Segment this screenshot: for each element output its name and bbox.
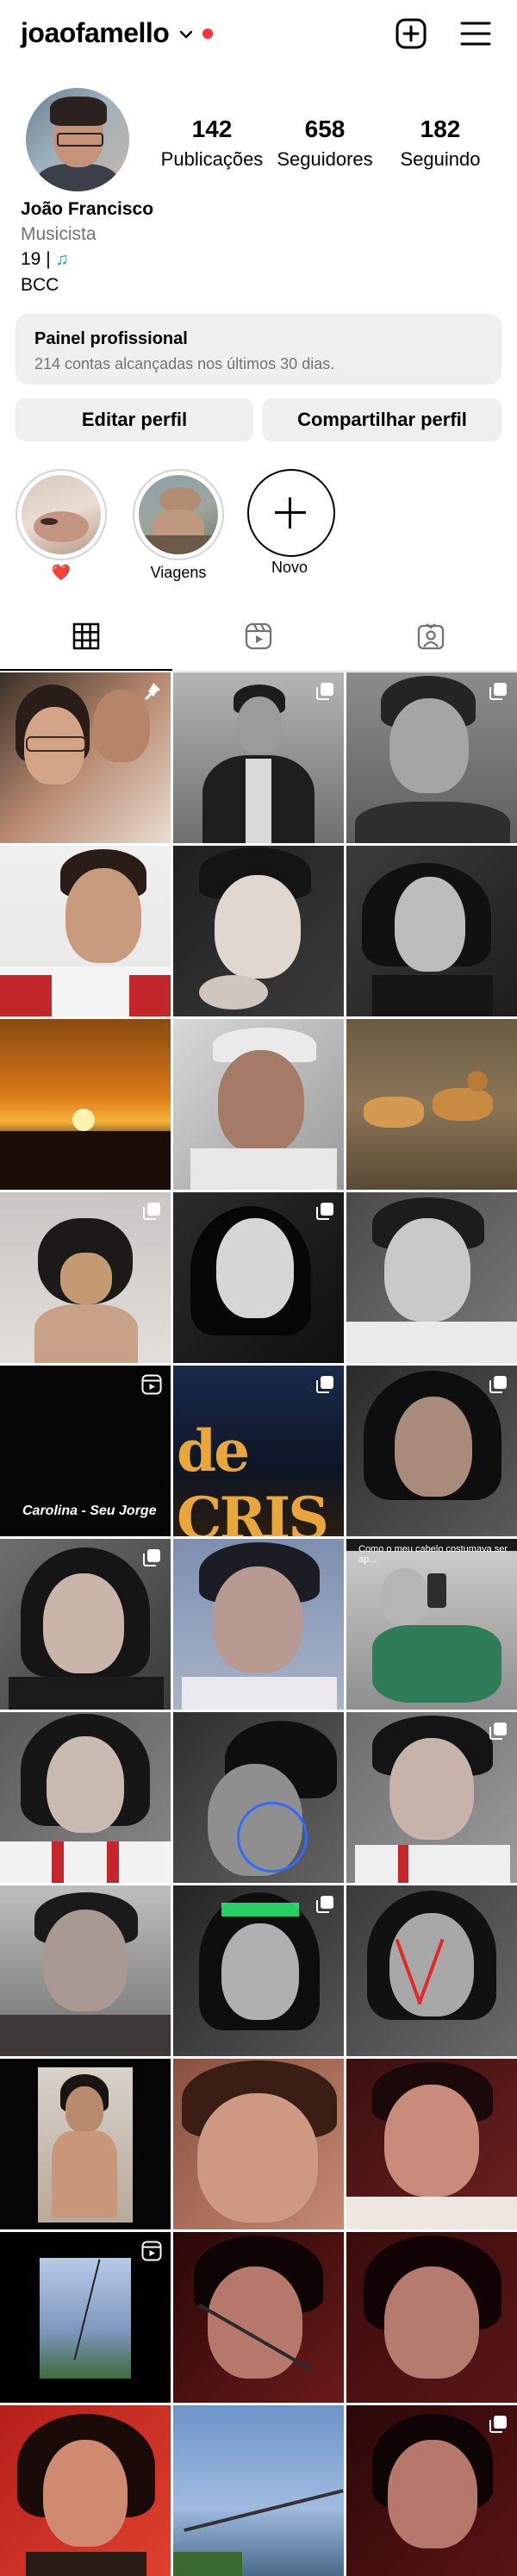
grid-post[interactable]	[346, 1885, 517, 2056]
grid-post[interactable]	[0, 672, 171, 843]
grid-post[interactable]	[173, 1712, 344, 1883]
chevron-down-icon[interactable]	[178, 26, 195, 43]
edit-profile-button[interactable]: Editar perfil	[16, 398, 253, 441]
musical-note-icon: ♫	[55, 250, 69, 269]
username-title[interactable]: joaofamello	[21, 17, 170, 49]
grid-post[interactable]	[0, 2059, 171, 2229]
carousel-icon	[489, 683, 507, 700]
highlight-heart[interactable]	[16, 469, 107, 560]
followers-label: Seguidores	[277, 148, 373, 170]
grid-icon	[72, 622, 100, 650]
bio-line-2: BCC	[21, 275, 59, 295]
grid-post[interactable]: Carolina - Seu Jorge	[0, 1366, 171, 1536]
grid-post[interactable]	[173, 2232, 344, 2403]
highlight-heart-label: ❤️	[51, 564, 72, 581]
profile-category: Musicista	[21, 224, 97, 244]
bio-line-1: 19 | ♫	[21, 249, 69, 269]
grid-post[interactable]	[0, 1019, 171, 1190]
reel-caption: Como o meu cabelo costumava ser ap...	[358, 1544, 508, 1565]
professional-dashboard[interactable]: Painel profissional 214 contas alcançada…	[16, 314, 501, 385]
reels-icon	[141, 1374, 162, 1395]
tab-tagged[interactable]	[345, 603, 517, 671]
highlight-viagens[interactable]	[133, 469, 224, 560]
followers-count: 658	[304, 116, 346, 142]
pin-icon	[145, 683, 160, 700]
posts-count: 142	[191, 116, 233, 142]
grid-post[interactable]	[346, 2405, 517, 2576]
grid-post[interactable]: Como o meu cabelo costumava ser ap...	[346, 1539, 517, 1710]
grid-post[interactable]	[0, 1712, 171, 1883]
sign-text: de CRIS	[177, 1417, 329, 1536]
new-highlight-button[interactable]	[247, 469, 335, 557]
new-highlight-label: Novo	[271, 559, 308, 576]
grid-post[interactable]	[173, 2059, 344, 2229]
dashboard-title: Painel profissional	[34, 329, 188, 348]
grid-post[interactable]	[173, 1885, 344, 2056]
plus-square-icon[interactable]	[395, 17, 427, 50]
carousel-icon	[316, 683, 333, 700]
carousel-icon	[143, 1549, 160, 1566]
grid-post[interactable]	[173, 846, 344, 1016]
grid-post[interactable]	[346, 1366, 517, 1536]
carousel-icon	[489, 1376, 507, 1393]
grid-post[interactable]: de CRIS	[173, 1366, 344, 1536]
grid-post[interactable]	[0, 1539, 171, 1710]
following-count: 182	[420, 116, 461, 142]
grid-post[interactable]	[346, 2059, 517, 2229]
reels-icon	[245, 622, 272, 650]
profile-name: João Francisco	[21, 199, 154, 219]
grid-post[interactable]	[0, 1192, 171, 1363]
carousel-icon	[316, 1896, 333, 1913]
profile-tabs	[0, 603, 517, 672]
stat-posts[interactable]: 142 Publicações	[156, 116, 268, 171]
grid-post[interactable]	[173, 1019, 344, 1190]
tab-reels[interactable]	[172, 603, 345, 671]
tab-posts[interactable]	[0, 603, 172, 671]
stat-followers[interactable]: 658 Seguidores	[269, 116, 381, 171]
posts-label: Publicações	[160, 148, 264, 170]
grid-post[interactable]	[0, 1885, 171, 2056]
highlight-viagens-label: Viagens	[150, 564, 207, 581]
grid-post[interactable]	[346, 1712, 517, 1883]
top-bar: joaofamello	[0, 0, 517, 72]
grid-post[interactable]	[173, 1539, 344, 1710]
grid-post[interactable]	[173, 1192, 344, 1363]
grid-post[interactable]	[173, 672, 344, 843]
notification-dot	[202, 28, 213, 39]
carousel-icon	[489, 2416, 507, 2433]
grid-post[interactable]	[0, 2405, 171, 2576]
following-label: Seguindo	[400, 148, 481, 170]
grid-post[interactable]	[346, 846, 517, 1016]
reel-caption: Carolina - Seu Jorge	[22, 1504, 157, 1518]
grid-post[interactable]	[0, 2232, 171, 2403]
hamburger-menu-icon[interactable]	[458, 19, 493, 48]
carousel-icon	[316, 1203, 333, 1220]
grid-post[interactable]	[346, 672, 517, 843]
avatar[interactable]	[26, 88, 129, 191]
grid-post[interactable]	[346, 1019, 517, 1190]
carousel-icon	[489, 1723, 507, 1740]
stat-following[interactable]: 182 Seguindo	[384, 116, 496, 171]
bio: João Francisco Musicista 19 | ♫ BCC	[21, 197, 153, 297]
carousel-icon	[143, 1203, 160, 1220]
grid-post[interactable]	[346, 2232, 517, 2403]
share-profile-button[interactable]: Compartilhar perfil	[263, 398, 501, 441]
reels-icon	[141, 2241, 162, 2261]
tagged-person-icon	[417, 623, 445, 650]
grid-post[interactable]	[173, 2405, 344, 2576]
grid-post[interactable]	[346, 1192, 517, 1363]
dashboard-subtitle: 214 contas alcançadas nos últimos 30 dia…	[34, 355, 335, 372]
carousel-icon	[316, 1376, 333, 1393]
grid-post[interactable]	[0, 846, 171, 1016]
